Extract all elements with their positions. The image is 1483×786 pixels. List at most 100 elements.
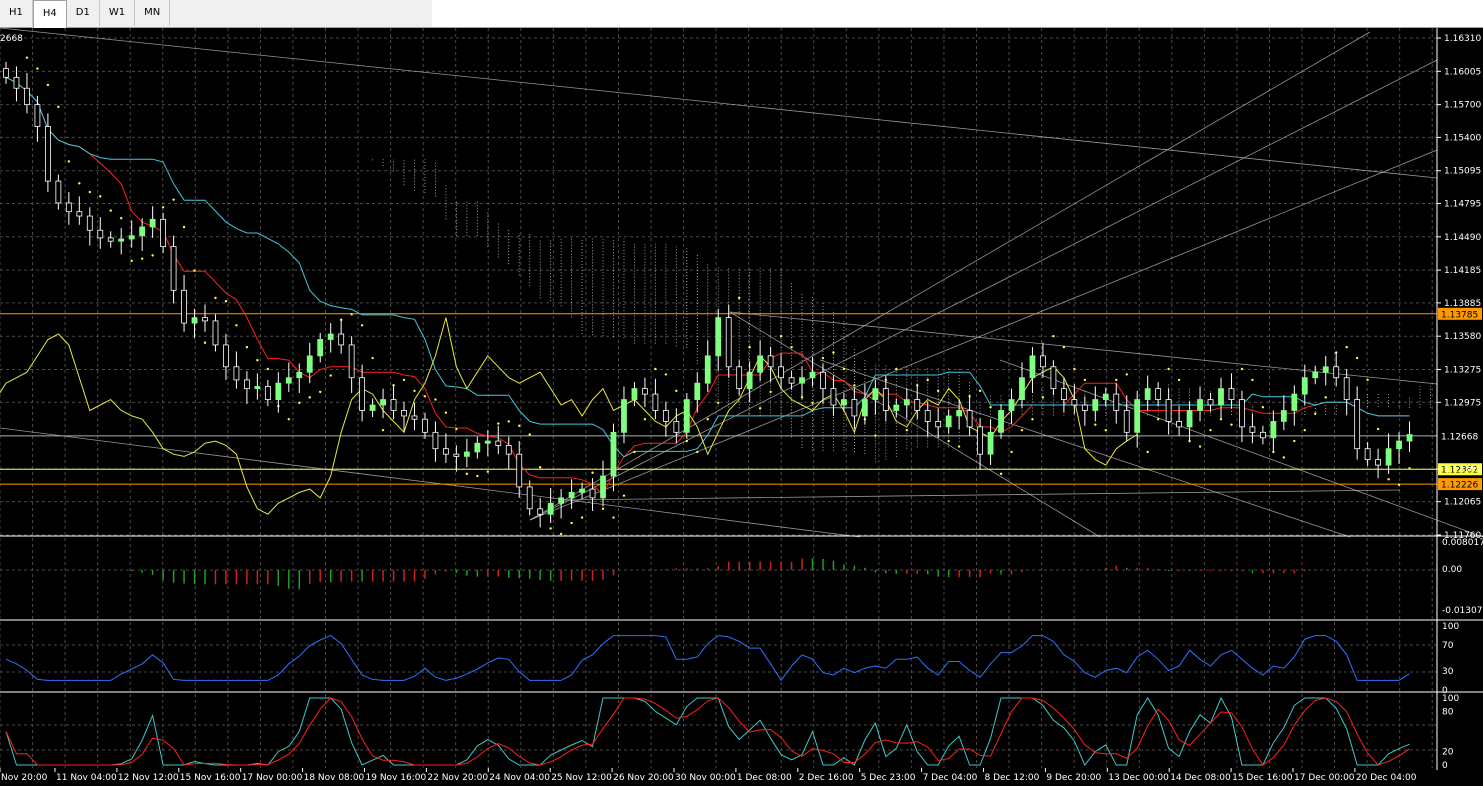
sar-dot [434,398,437,401]
sar-dot [549,527,552,530]
stoch-tick-label: 20 [1442,748,1454,758]
candle-body [673,420,680,433]
candle-body [1165,399,1172,422]
candle-body [725,317,732,368]
sar-dot [737,296,741,300]
sar-dot [120,217,123,220]
sar-dot [1104,428,1107,432]
x-tick-label: 11 Nov 04:00 [56,773,117,783]
sar-dot [413,389,416,393]
sar-dot [99,195,102,198]
candle-body [516,453,523,488]
sar-dot [748,345,751,349]
candle-body [285,377,292,384]
sar-dot [811,401,814,405]
sar-dot [1345,345,1348,349]
sar-dot [769,390,772,394]
sar-dot [612,516,615,519]
candle-body [1375,459,1382,466]
sar-dot [1397,483,1401,486]
sar-dot [895,367,898,371]
sar-dot [465,472,469,476]
price-chart[interactable]: 1.137851.126681.123621.12226 1.163101.16… [0,28,1483,786]
candle-body [924,410,931,422]
candle-body [1354,399,1361,450]
sar-dot [1240,367,1244,371]
candle-body [872,388,879,400]
x-tick-label: 17 Nov 00:00 [242,773,303,783]
sar-dot [1303,428,1306,432]
x-tick-label: 15 Dec 16:00 [1232,773,1293,783]
candle-body [1060,388,1067,400]
y-tick-label: 1.14490 [1444,233,1481,243]
tab-w1[interactable]: W1 [100,0,136,26]
y-tick-label: 1.15700 [1444,101,1481,111]
x-tick-label: 25 Nov 12:00 [551,773,612,783]
candle-body [306,355,313,373]
sar-dot [633,450,636,454]
x-tick-label: Nov 20:00 [1,773,48,783]
tab-mn[interactable]: MN [135,0,171,26]
sar-dot [329,374,332,377]
sar-dot [853,384,856,387]
sar-dot [371,356,374,360]
sar-dot [1062,345,1066,349]
candle-body [1406,434,1413,442]
candle-body [1343,377,1350,400]
sar-dot [643,418,647,421]
sar-dot [936,389,940,393]
sar-dot [821,356,825,360]
candle-body [652,393,659,411]
candle-body [694,382,701,400]
sar-dot [538,466,542,469]
sar-dot [67,160,71,163]
candle-body [1029,355,1036,379]
sar-dot [717,401,720,405]
sar-dot [800,396,804,399]
sar-dot [1073,367,1076,371]
sar-dot [580,516,584,519]
candle-body [1218,388,1224,406]
sar-dot [402,378,406,382]
candle-body [139,226,146,237]
sar-dot [444,411,448,414]
sar-dot [1083,378,1087,382]
tab-h4[interactable]: H4 [32,0,67,28]
sar-dot [151,254,154,257]
tab-d1[interactable]: D1 [67,0,100,26]
candle-body [463,451,470,457]
candle-body [1102,393,1109,400]
sar-dot [319,390,322,394]
macd-tick-label: 0.00 [1442,565,1462,575]
sar-dot [1125,373,1128,376]
candle-body [422,418,428,433]
sar-dot [528,433,531,436]
y-tick-label: 1.13885 [1444,299,1481,309]
sar-dot [1387,478,1390,481]
sar-dot [193,269,196,272]
sar-dot [696,450,699,454]
candle-body [86,215,93,231]
sar-dot [1020,428,1024,432]
x-tick-label: 14 Dec 08:00 [1170,773,1231,783]
sar-dot [779,335,783,338]
candle-body [778,366,784,379]
candle-body [24,87,30,106]
sar-dot [130,259,133,263]
candle-body [317,339,324,357]
sar-dot [1031,418,1034,421]
sar-dot [591,471,594,474]
price-level-label: 1.13785 [1441,310,1478,320]
sar-dot [507,420,510,423]
sar-dot [161,206,165,209]
sar-dot [1408,467,1411,470]
x-tick-label: 20 Dec 04:00 [1356,773,1417,783]
candle-body [851,399,858,417]
sar-dot [905,428,908,432]
tab-h1[interactable]: H1 [0,0,33,26]
sar-dot [78,182,81,185]
candle-body [956,410,963,417]
stoch-tick-label: 0 [1442,761,1448,771]
sar-dot [203,341,207,344]
candle-body [568,491,575,499]
